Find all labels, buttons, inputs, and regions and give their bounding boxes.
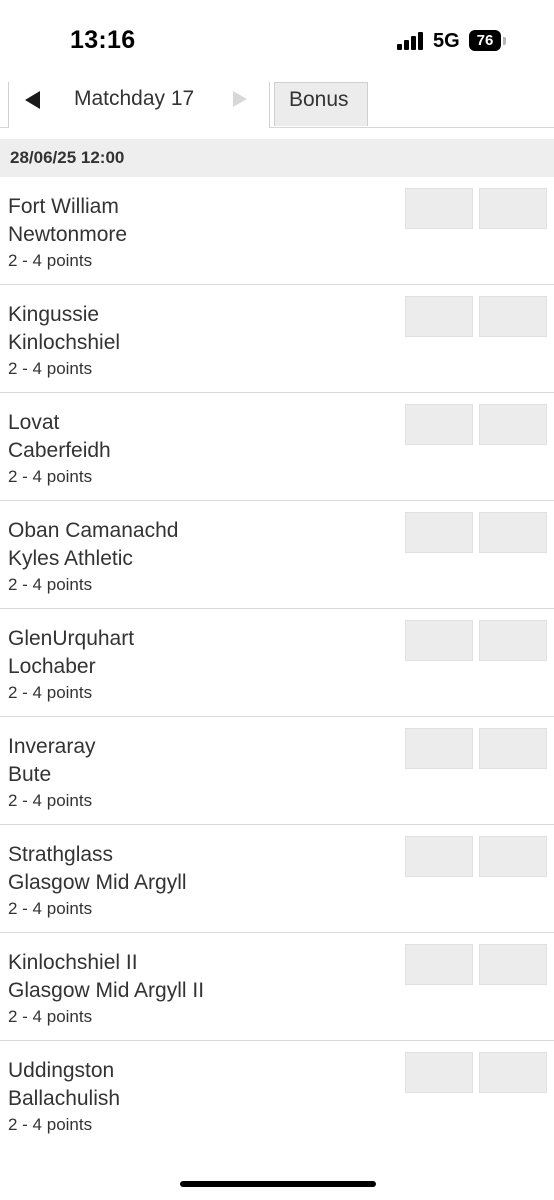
points-info: 2 - 4 points	[8, 359, 93, 378]
away-team: Caberfeidh	[8, 439, 111, 462]
match-row: Strathglass Glasgow Mid Argyll 2 - 4 poi…	[0, 825, 554, 933]
matchday-label: Matchday 17	[74, 87, 195, 110]
away-score-input[interactable]	[479, 836, 547, 877]
away-score-input[interactable]	[479, 512, 547, 553]
home-score-input[interactable]	[405, 728, 473, 769]
home-score-input[interactable]	[405, 188, 473, 229]
home-team: Fort William	[8, 195, 119, 218]
home-team: Lovat	[8, 411, 60, 434]
points-info: 2 - 4 points	[8, 467, 93, 486]
away-team: Bute	[8, 763, 52, 786]
home-score-input[interactable]	[405, 836, 473, 877]
match-row: Inveraray Bute 2 - 4 points	[0, 717, 554, 825]
away-team: Lochaber	[8, 655, 96, 678]
status-time: 13:16	[70, 26, 136, 54]
away-score-input[interactable]	[479, 296, 547, 337]
home-team: GlenUrquhart	[8, 627, 135, 650]
points-info: 2 - 4 points	[8, 1115, 93, 1134]
away-score-input[interactable]	[479, 1052, 547, 1093]
home-team: Kingussie	[8, 303, 100, 326]
home-score-input[interactable]	[405, 296, 473, 337]
status-bar: 13:16 5G 76	[0, 0, 554, 80]
match-row: Kinlochshiel II Glasgow Mid Argyll II 2 …	[0, 933, 554, 1041]
tab-bonus[interactable]: Bonus	[274, 82, 368, 126]
tab-bar: Matchday 17 Bonus	[0, 82, 554, 129]
network-type: 5G	[433, 30, 460, 52]
match-row: Lovat Caberfeidh 2 - 4 points	[0, 393, 554, 501]
away-score-input[interactable]	[479, 620, 547, 661]
away-team: Ballachulish	[8, 1087, 121, 1110]
match-row: Uddingston Ballachulish 2 - 4 points	[0, 1041, 554, 1149]
home-score-input[interactable]	[405, 512, 473, 553]
home-indicator[interactable]	[180, 1181, 376, 1187]
match-row: Fort William Newtonmore 2 - 4 points	[0, 177, 554, 285]
away-score-input[interactable]	[479, 188, 547, 229]
home-team: Oban Camanachd	[8, 519, 179, 542]
away-team: Kyles Athletic	[8, 547, 133, 570]
home-team: Strathglass	[8, 843, 114, 866]
date-header: 28/06/25 12:00	[0, 139, 554, 177]
tab-matchday[interactable]: Matchday 17	[8, 82, 270, 129]
away-score-input[interactable]	[479, 728, 547, 769]
away-team: Glasgow Mid Argyll II	[8, 979, 205, 1002]
home-team: Kinlochshiel II	[8, 951, 138, 974]
previous-arrow-icon[interactable]	[25, 91, 40, 109]
points-info: 2 - 4 points	[8, 683, 93, 702]
match-row: GlenUrquhart Lochaber 2 - 4 points	[0, 609, 554, 717]
points-info: 2 - 4 points	[8, 1007, 93, 1026]
battery-cap	[503, 37, 506, 45]
home-score-input[interactable]	[405, 1052, 473, 1093]
match-row: Oban Camanachd Kyles Athletic 2 - 4 poin…	[0, 501, 554, 609]
points-info: 2 - 4 points	[8, 791, 93, 810]
match-row: Kingussie Kinlochshiel 2 - 4 points	[0, 285, 554, 393]
away-score-input[interactable]	[479, 944, 547, 985]
away-team: Newtonmore	[8, 223, 128, 246]
away-team: Kinlochshiel	[8, 331, 121, 354]
signal-icon	[397, 32, 427, 50]
screen: 13:16 5G 76 Matchday 17 Bonus 28/06/25 1…	[0, 0, 554, 1200]
home-team: Inveraray	[8, 735, 96, 758]
home-score-input[interactable]	[405, 620, 473, 661]
points-info: 2 - 4 points	[8, 899, 93, 918]
home-score-input[interactable]	[405, 944, 473, 985]
home-team: Uddingston	[8, 1059, 115, 1082]
away-team: Glasgow Mid Argyll	[8, 871, 187, 894]
away-score-input[interactable]	[479, 404, 547, 445]
points-info: 2 - 4 points	[8, 575, 93, 594]
next-arrow-icon	[233, 91, 247, 107]
battery-icon: 76	[469, 30, 501, 51]
points-info: 2 - 4 points	[8, 251, 93, 270]
match-list: Fort William Newtonmore 2 - 4 points Kin…	[0, 177, 554, 1149]
home-score-input[interactable]	[405, 404, 473, 445]
